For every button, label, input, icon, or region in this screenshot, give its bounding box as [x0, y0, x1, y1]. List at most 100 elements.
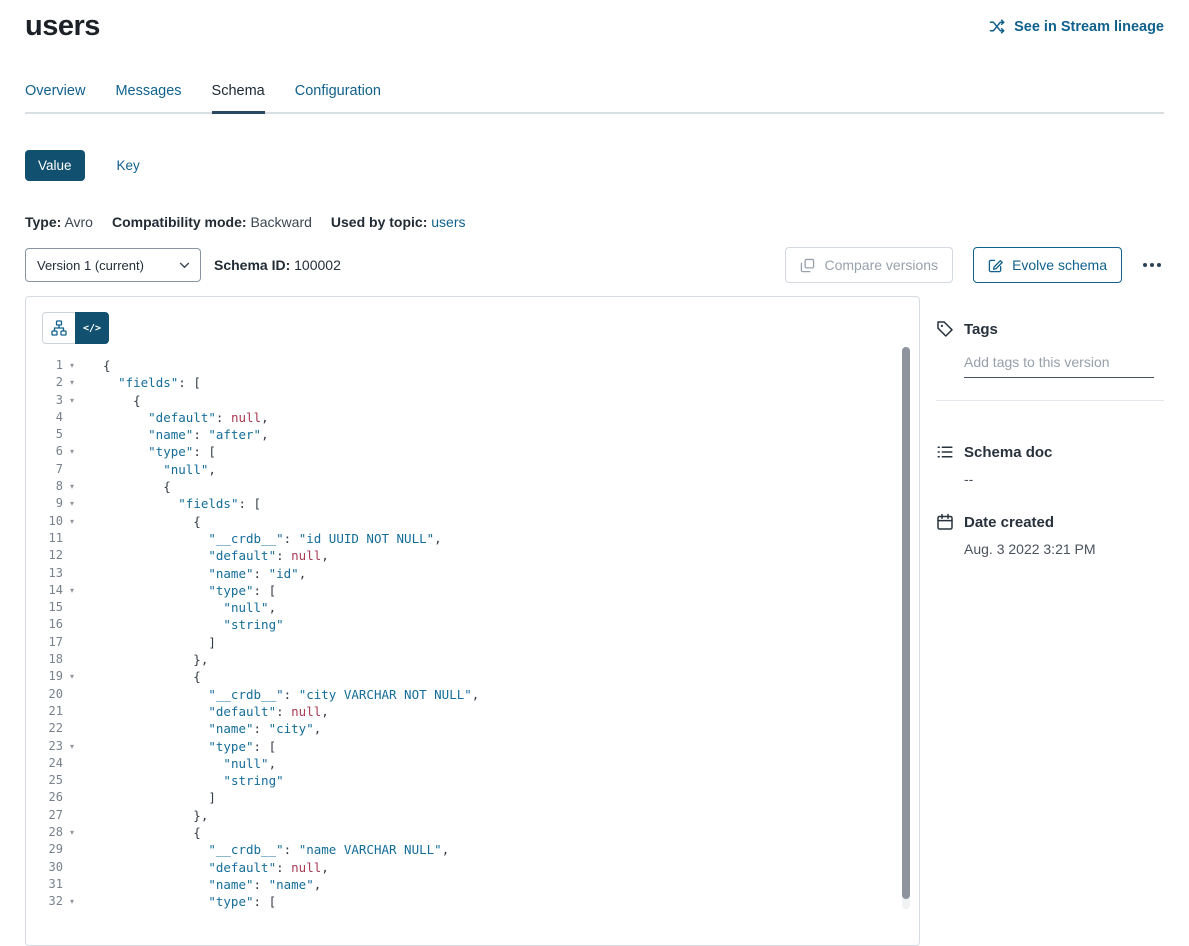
code-line: 1▾{	[26, 357, 919, 374]
code-line: 20 "__crdb__": "city VARCHAR NOT NULL",	[26, 686, 919, 703]
line-number: 20	[26, 686, 63, 703]
fold-toggle-icon[interactable]: ▾	[63, 392, 81, 409]
editor-scrollbar[interactable]	[902, 347, 910, 909]
line-number: 21	[26, 703, 63, 720]
editor-view-toggle: </>	[26, 297, 919, 344]
code-view-button[interactable]: </>	[75, 312, 109, 344]
compare-versions-button[interactable]: Compare versions	[785, 247, 953, 283]
code-line: 9▾ "fields": [	[26, 495, 919, 512]
type-meta: Type: Avro	[25, 214, 93, 230]
scrollbar-thumb[interactable]	[902, 347, 910, 899]
line-number: 30	[26, 859, 63, 876]
fold-toggle-icon[interactable]: ▾	[63, 893, 81, 910]
code-line: 15 "null",	[26, 599, 919, 616]
code-line: 7 "null",	[26, 461, 919, 478]
code-line: 31 "name": "name",	[26, 876, 919, 893]
code-text: "fields": [	[81, 495, 261, 512]
sidebar-divider	[936, 400, 1164, 401]
code-text: {	[81, 478, 171, 495]
fold-toggle-icon[interactable]: ▾	[63, 513, 81, 530]
version-select[interactable]: Version 1 (current)	[25, 248, 201, 282]
fold-toggle-icon[interactable]: ▾	[63, 478, 81, 495]
schema-id-label: Schema ID:	[214, 257, 290, 273]
schema-doc-section: Schema doc --	[936, 443, 1164, 487]
code-line: 22 "name": "city",	[26, 720, 919, 737]
more-options-button[interactable]	[1140, 255, 1164, 275]
stream-lineage-label: See in Stream lineage	[1014, 19, 1164, 35]
line-number: 29	[26, 841, 63, 858]
line-number: 19	[26, 668, 63, 685]
fold-toggle-icon[interactable]: ▾	[63, 495, 81, 512]
type-value: Avro	[64, 214, 93, 230]
tab-schema[interactable]: Schema	[212, 83, 265, 114]
line-number: 9	[26, 495, 63, 512]
date-created-header: Date created	[936, 513, 1164, 531]
code-text: "default": null,	[81, 703, 329, 720]
code-line: 18 },	[26, 651, 919, 668]
value-toggle-button[interactable]: Value	[25, 150, 85, 181]
code-text: "null",	[81, 461, 216, 478]
fold-toggle-icon[interactable]: ▾	[63, 668, 81, 685]
schema-doc-value: --	[964, 471, 1164, 487]
evolve-schema-button[interactable]: Evolve schema	[973, 247, 1122, 283]
stream-lineage-icon	[989, 18, 1006, 35]
line-number: 27	[26, 807, 63, 824]
value-key-toggle: Value Key	[25, 150, 1164, 181]
fold-toggle-icon[interactable]: ▾	[63, 357, 81, 374]
tab-overview[interactable]: Overview	[25, 83, 85, 112]
code-text: "default": null,	[81, 409, 269, 426]
tags-input[interactable]	[964, 352, 1154, 378]
tab-bar: Overview Messages Schema Configuration	[25, 83, 1164, 114]
line-number: 3	[26, 392, 63, 409]
code-text: "fields": [	[81, 374, 201, 391]
line-number: 2	[26, 374, 63, 391]
line-number: 13	[26, 565, 63, 582]
type-label: Type:	[25, 214, 61, 230]
used-by-topic-meta: Used by topic: users	[331, 214, 466, 230]
compatibility-value: Backward	[250, 214, 311, 230]
fold-toggle-icon[interactable]: ▾	[63, 443, 81, 460]
topic-link[interactable]: users	[431, 214, 465, 230]
tree-view-icon	[51, 320, 67, 336]
code-text: "null",	[81, 755, 276, 772]
line-number: 24	[26, 755, 63, 772]
fold-toggle-icon[interactable]: ▾	[63, 738, 81, 755]
date-created-title: Date created	[964, 514, 1054, 531]
tags-header: Tags	[936, 320, 1164, 338]
code-line: 11 "__crdb__": "id UUID NOT NULL",	[26, 530, 919, 547]
line-number: 22	[26, 720, 63, 737]
code-text: ]	[81, 634, 216, 651]
schema-sidebar: Tags Schema doc --	[936, 296, 1164, 557]
fold-toggle-icon[interactable]: ▾	[63, 582, 81, 599]
schema-doc-title: Schema doc	[964, 444, 1052, 461]
line-number: 7	[26, 461, 63, 478]
version-select-value: Version 1 (current)	[37, 258, 144, 273]
line-number: 28	[26, 824, 63, 841]
page-title: users	[25, 10, 100, 43]
stream-lineage-link[interactable]: See in Stream lineage	[989, 18, 1164, 35]
code-line: 32▾ "type": [	[26, 893, 919, 910]
code-editor-lines: 1▾{2▾ "fields": [3▾ {4 "default": null,5…	[26, 357, 919, 911]
line-number: 4	[26, 409, 63, 426]
code-text: "default": null,	[81, 859, 329, 876]
tags-section: Tags	[936, 320, 1164, 401]
doc-list-icon	[936, 443, 954, 461]
key-toggle-button[interactable]: Key	[111, 157, 146, 174]
fold-toggle-icon[interactable]: ▾	[63, 374, 81, 391]
line-number: 25	[26, 772, 63, 789]
line-number: 10	[26, 513, 63, 530]
code-line: 30 "default": null,	[26, 859, 919, 876]
code-line: 14▾ "type": [	[26, 582, 919, 599]
tab-configuration[interactable]: Configuration	[295, 83, 381, 112]
dot-icon	[1143, 263, 1147, 267]
line-number: 16	[26, 616, 63, 633]
code-text: },	[81, 807, 208, 824]
fold-toggle-icon[interactable]: ▾	[63, 824, 81, 841]
code-text: "name": "after",	[81, 426, 269, 443]
schema-meta: Type: Avro Compatibility mode: Backward …	[25, 214, 1164, 230]
code-line: 13 "name": "id",	[26, 565, 919, 582]
tree-view-button[interactable]	[42, 312, 76, 344]
line-number: 14	[26, 582, 63, 599]
tab-messages[interactable]: Messages	[115, 83, 181, 112]
code-line: 21 "default": null,	[26, 703, 919, 720]
